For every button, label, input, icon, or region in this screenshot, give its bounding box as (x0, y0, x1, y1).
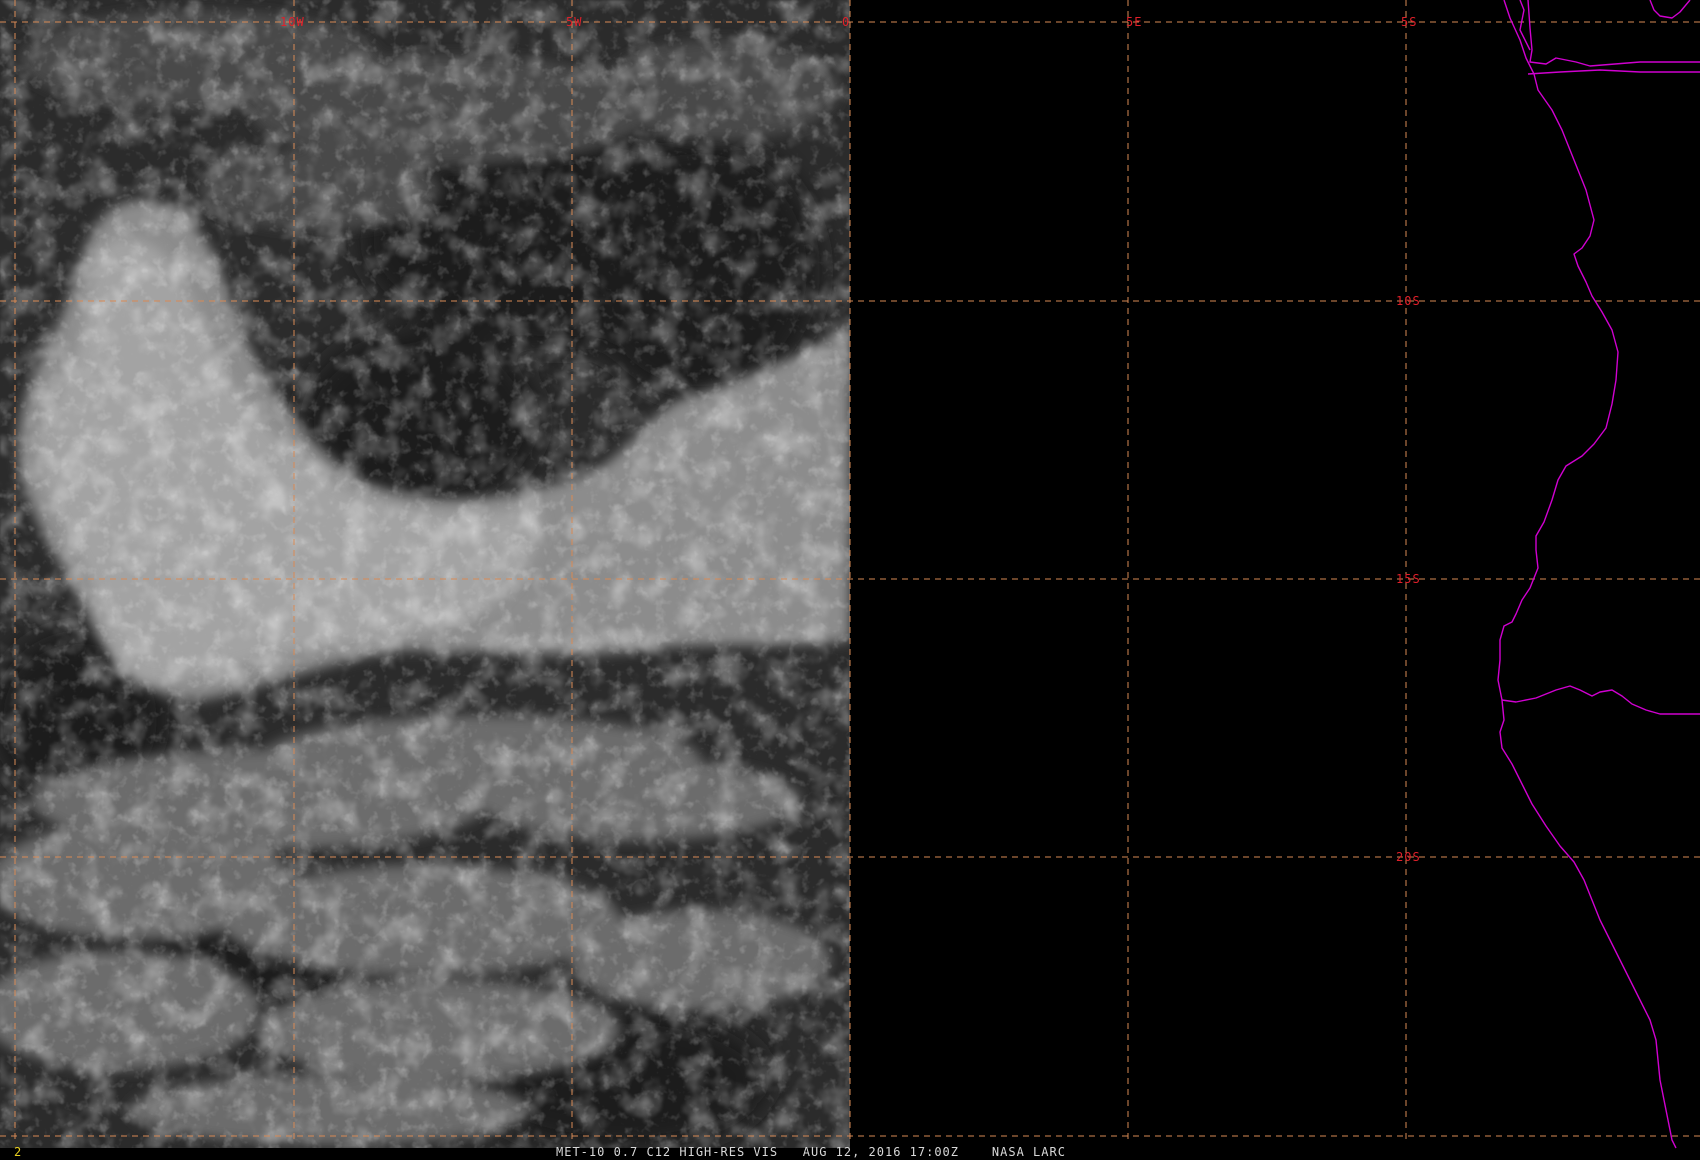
west-africa-coastline (1497, 0, 1677, 1149)
longitude-label-0: 0 (842, 15, 850, 29)
latitude-label-5s: 5S (1401, 15, 1417, 29)
frame-number: 2 (14, 1145, 23, 1159)
longitude-label-5w: 5W (566, 15, 582, 29)
satellite-image-viewer: 10W 5W 0 5E 5S 10S 15S 20S 2 MET-10 0.7 … (0, 0, 1700, 1160)
longitude-label-5e: 5E (1126, 15, 1142, 29)
satellite-data-swath (0, 0, 850, 1148)
image-caption-bar: 2 MET-10 0.7 C12 HIGH-RES VIS AUG 12, 20… (0, 1144, 1700, 1160)
satellite-map: 10W 5W 0 5E 5S 10S 15S 20S (0, 0, 1700, 1149)
angola-drc-border-north (1527, 69, 1700, 75)
northern-inlet (1649, 0, 1691, 19)
longitude-label-10w: 10W (280, 15, 305, 29)
african-coastline (1497, 0, 1700, 1149)
latitude-label-10s: 10S (1396, 294, 1421, 308)
angola-namibia-border (1501, 685, 1700, 715)
congo-drc-border (1527, 0, 1700, 67)
latitude-label-20s: 20S (1396, 850, 1421, 864)
product-caption: MET-10 0.7 C12 HIGH-RES VIS AUG 12, 2016… (556, 1145, 1066, 1159)
latitude-label-15s: 15S (1396, 572, 1421, 586)
